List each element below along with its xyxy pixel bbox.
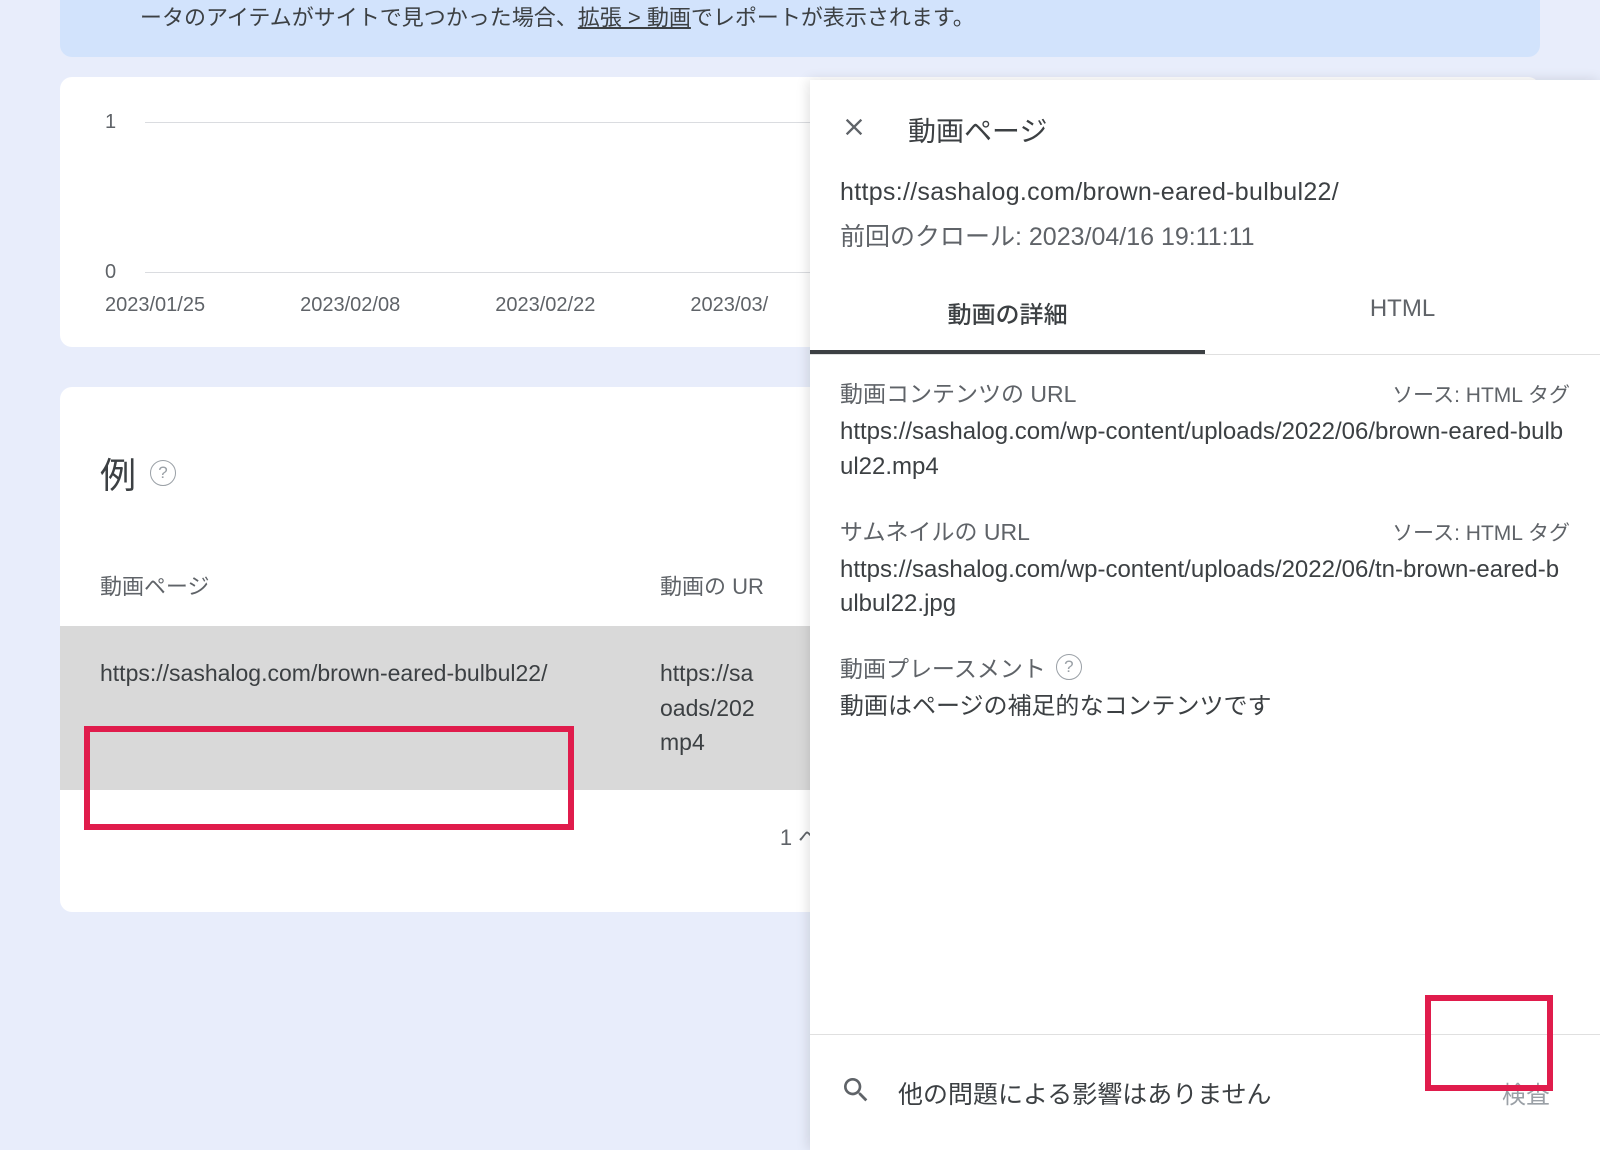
close-icon[interactable]	[840, 113, 868, 147]
content-url-source: ソース: HTML タグ	[1392, 379, 1570, 409]
placement-value: 動画はページの補足的なコンテンツです	[840, 690, 1570, 725]
column-video-page[interactable]: 動画ページ	[100, 569, 660, 601]
panel-header: 動画ページ	[810, 80, 1600, 170]
tab-video-detail[interactable]: 動画の詳細	[810, 275, 1205, 354]
thumbnail-url-value: https://sashalog.com/wp-content/uploads/…	[840, 553, 1570, 623]
panel-title: 動画ページ	[908, 110, 1047, 150]
detail-placement: 動画プレースメント ? 動画はページの補足的なコンテンツです	[840, 650, 1570, 725]
panel-footer: 他の問題による影響はありません 検査	[810, 1035, 1600, 1150]
banner-prefix: ータのアイテムがサイトで見つかった場合、	[140, 5, 578, 30]
tabs: 動画の詳細 HTML	[810, 275, 1600, 355]
x-tick: 2023/03/	[690, 294, 768, 317]
help-icon[interactable]: ?	[1056, 654, 1082, 680]
help-icon[interactable]: ?	[150, 460, 176, 486]
y-tick: 0	[105, 257, 116, 287]
detail-panel: 動画ページ https://sashalog.com/brown-eared-b…	[810, 80, 1600, 1150]
thumbnail-url-label: サムネイルの URL	[840, 513, 1030, 547]
column-video-url[interactable]: 動画の UR	[660, 569, 764, 601]
inspect-button[interactable]: 検査	[1482, 1063, 1570, 1122]
detail-content-url: 動画コンテンツの URL ソース: HTML タグ https://sashal…	[840, 375, 1570, 485]
panel-crawl: 前回のクロール: 2023/04/16 19:11:11	[810, 213, 1600, 275]
content-url-label: 動画コンテンツの URL	[840, 375, 1076, 409]
x-tick: 2023/02/22	[495, 294, 595, 317]
panel-url: https://sashalog.com/brown-eared-bulbul2…	[810, 170, 1600, 213]
tab-html[interactable]: HTML	[1205, 275, 1600, 354]
footer-text: 他の問題による影響はありません	[898, 1075, 1456, 1111]
thumbnail-url-source: ソース: HTML タグ	[1392, 517, 1570, 547]
info-banner: ータのアイテムがサイトで見つかった場合、拡張 > 動画でレポートが表示されます。	[60, 0, 1540, 57]
banner-link[interactable]: 拡張 > 動画	[578, 5, 691, 30]
row-page-url: https://sashalog.com/brown-eared-bulbul2…	[100, 656, 660, 760]
search-icon	[840, 1074, 872, 1111]
content-url-value: https://sashalog.com/wp-content/uploads/…	[840, 415, 1570, 485]
row-video-url: https://sa oads/202 mp4	[660, 656, 755, 760]
detail-thumbnail-url: サムネイルの URL ソース: HTML タグ https://sashalog…	[840, 513, 1570, 623]
example-title: 例	[100, 447, 136, 499]
detail-body: 動画コンテンツの URL ソース: HTML タグ https://sashal…	[810, 355, 1600, 773]
banner-suffix: でレポートが表示されます。	[691, 5, 975, 30]
x-tick: 2023/01/25	[105, 294, 205, 317]
y-tick: 1	[105, 107, 116, 137]
x-tick: 2023/02/08	[300, 294, 400, 317]
placement-label: 動画プレースメント	[840, 650, 1046, 684]
chart-y-axis: 1 0	[105, 107, 116, 287]
